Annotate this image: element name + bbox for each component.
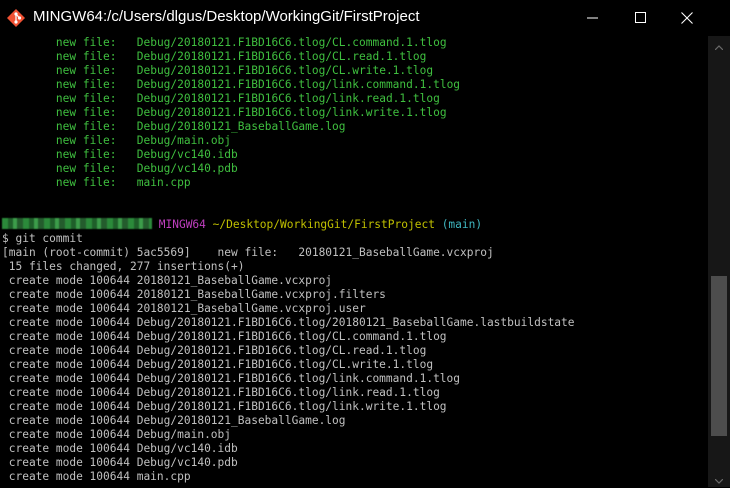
status-line: new file: Debug/20180121.F1BD16C6.tlog/l… [0,92,708,106]
status-label: new file: [55,148,117,161]
status-label: new file: [55,120,117,133]
vertical-scrollbar[interactable] [708,36,730,487]
status-path: Debug/20180121.F1BD16C6.tlog/link.write.… [136,106,447,119]
minimize-icon [587,9,599,28]
status-label: new file: [55,64,117,77]
status-line: new file: Debug/20180121.F1BD16C6.tlog/C… [0,36,708,50]
status-line: new file: Debug/20180121.F1BD16C6.tlog/C… [0,50,708,64]
status-label: new file: [55,162,117,175]
terminal-window: MINGW64:/c/Users/dlgus/Desktop/WorkingGi… [0,0,730,487]
scroll-up-button[interactable] [708,36,730,53]
status-line: new file: Debug/20180121.F1BD16C6.tlog/l… [0,78,708,92]
status-label: new file: [55,176,117,189]
status-line: new file: Debug/20180121.F1BD16C6.tlog/l… [0,106,708,120]
shell-prompt: MINGW64 ~/Desktop/WorkingGit/FirstProjec… [0,218,708,232]
status-path: Debug/20180121.F1BD16C6.tlog/CL.command.… [136,36,447,49]
chevron-up-icon [714,35,724,54]
command-line: $ git commit [2,232,83,245]
commit-output: [main (root-commit) 5ac5569] new file: 2… [0,246,708,484]
commit-output-line: create mode 100644 Debug/20180121.F1BD16… [2,330,447,343]
maximize-button[interactable] [618,0,664,36]
status-line: new file: Debug/vc140.pdb [0,162,708,176]
prompt-host: MINGW64 [158,218,206,231]
commit-output-line: create mode 100644 Debug/vc140.pdb [2,456,238,469]
commit-output-line: create mode 100644 Debug/20180121.F1BD16… [2,344,427,357]
prompt-path: ~/Desktop/WorkingGit/FirstProject [212,218,435,231]
status-line: new file: Debug/20180121.F1BD16C6.tlog/C… [0,64,708,78]
minimize-button[interactable] [570,0,616,36]
status-label: new file: [55,36,117,49]
commit-output-line: create mode 100644 Debug/20180121.F1BD16… [2,358,434,371]
commit-output-line: create mode 100644 Debug/main.obj [2,428,232,441]
commit-output-line: create mode 100644 Debug/20180121.F1BD16… [2,316,575,329]
git-status-list: new file: Debug/20180121.F1BD16C6.tlog/C… [0,36,708,190]
close-icon [681,9,693,28]
terminal-output[interactable]: new file: Debug/20180121.F1BD16C6.tlog/C… [0,36,708,487]
commit-output-line: create mode 100644 Debug/20180121_Baseba… [2,414,346,427]
status-line: new file: main.cpp [0,176,708,190]
status-line: new file: Debug/main.obj [0,134,708,148]
title-bar[interactable]: MINGW64:/c/Users/dlgus/Desktop/WorkingGi… [0,0,730,36]
commit-output-line: create mode 100644 Debug/20180121.F1BD16… [2,372,461,385]
scroll-down-button[interactable] [708,470,730,487]
status-path: Debug/vc140.pdb [136,162,238,175]
commit-output-line: create mode 100644 Debug/20180121.F1BD16… [2,400,447,413]
close-button[interactable] [664,0,710,36]
status-label: new file: [55,78,117,91]
status-label: new file: [55,134,117,147]
commit-output-line: create mode 100644 20180121_BaseballGame… [2,302,366,315]
status-path: Debug/20180121.F1BD16C6.tlog/CL.write.1.… [136,64,434,77]
status-line: new file: Debug/20180121_BaseballGame.lo… [0,120,708,134]
status-path: Debug/20180121_BaseballGame.log [136,120,346,133]
commit-output-line: create mode 100644 20180121_BaseballGame… [2,274,333,287]
status-path: Debug/vc140.idb [136,148,238,161]
status-line: new file: Debug/vc140.idb [0,148,708,162]
maximize-icon [635,9,647,28]
status-path: Debug/20180121.F1BD16C6.tlog/CL.read.1.t… [136,50,427,63]
status-label: new file: [55,106,117,119]
commit-output-line: create mode 100644 Debug/vc140.idb [2,442,238,455]
scroll-thumb[interactable] [711,276,727,436]
redacted-username [2,218,152,229]
chevron-down-icon [714,469,724,488]
git-bash-icon[interactable] [7,9,25,27]
status-path: Debug/20180121.F1BD16C6.tlog/link.read.1… [136,92,440,105]
status-label: new file: [55,50,117,63]
window-title: MINGW64:/c/Users/dlgus/Desktop/WorkingGi… [33,8,420,25]
commit-output-line: 15 files changed, 277 insertions(+) [2,260,245,273]
status-path: main.cpp [136,176,191,189]
status-label: new file: [55,92,117,105]
status-path: Debug/20180121.F1BD16C6.tlog/link.comman… [136,78,461,91]
status-path: Debug/main.obj [136,134,232,147]
prompt-branch: (main) [441,218,483,231]
commit-output-line: create mode 100644 20180121_BaseballGame… [2,288,386,301]
commit-output-line: create mode 100644 main.cpp [2,470,191,483]
commit-output-line: [main (root-commit) 5ac5569] new file: 2… [2,246,494,259]
commit-output-line: create mode 100644 Debug/20180121.F1BD16… [2,386,440,399]
